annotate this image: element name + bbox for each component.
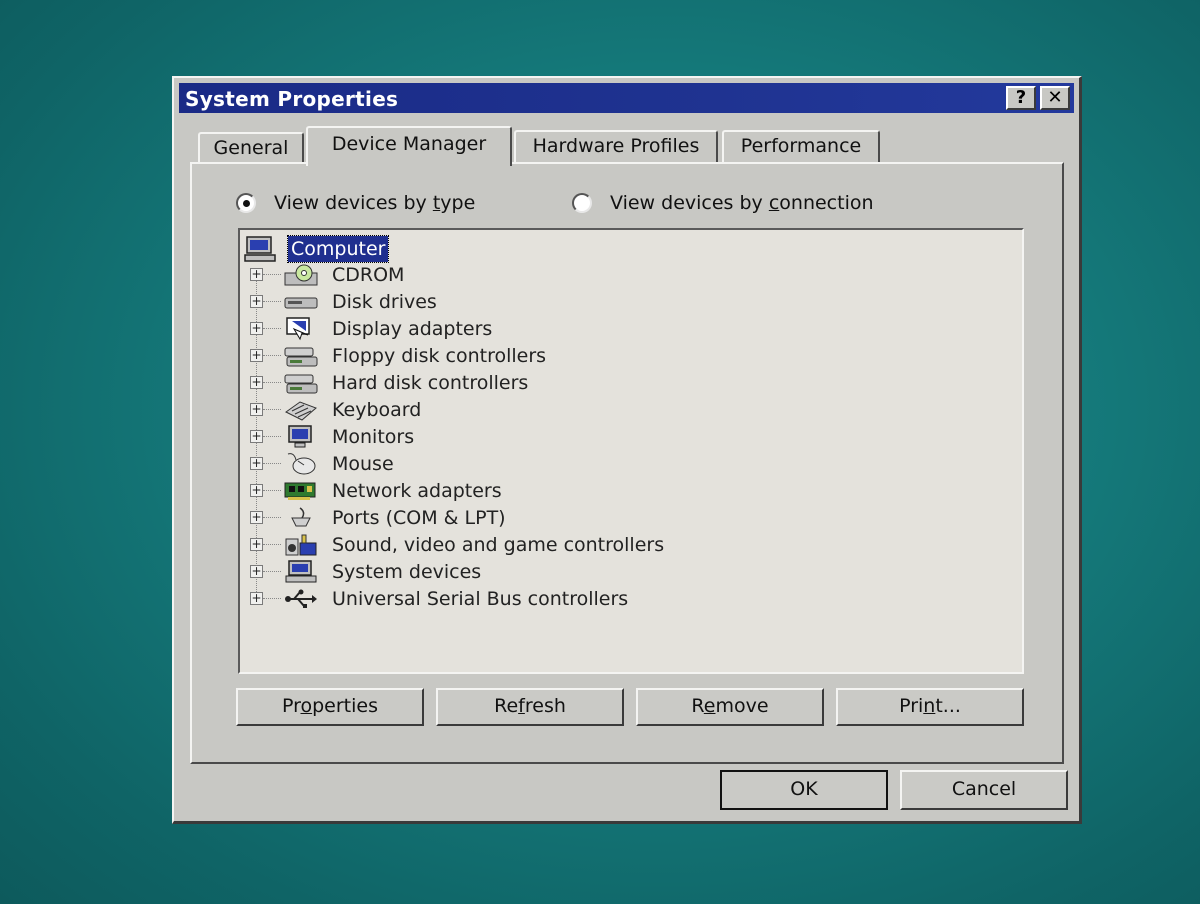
device-manager-panel — [190, 162, 1064, 764]
window-title: System Properties — [185, 87, 399, 111]
tab-general[interactable]: General — [198, 132, 304, 164]
title-bar[interactable]: System Properties ? ✕ — [179, 83, 1074, 113]
close-button[interactable]: ✕ — [1040, 86, 1070, 110]
close-icon: ✕ — [1047, 87, 1063, 108]
help-icon: ? — [1015, 87, 1027, 108]
tab-hardware-profiles[interactable]: Hardware Profiles — [514, 130, 718, 162]
help-button[interactable]: ? — [1006, 86, 1036, 110]
tab-device-manager[interactable]: Device Manager — [306, 126, 512, 166]
tab-performance[interactable]: Performance — [722, 130, 880, 162]
cancel-button[interactable]: Cancel — [900, 770, 1068, 810]
ok-button[interactable]: OK — [720, 770, 888, 810]
system-properties-window: System Properties ? ✕ General Device Man… — [172, 76, 1082, 824]
